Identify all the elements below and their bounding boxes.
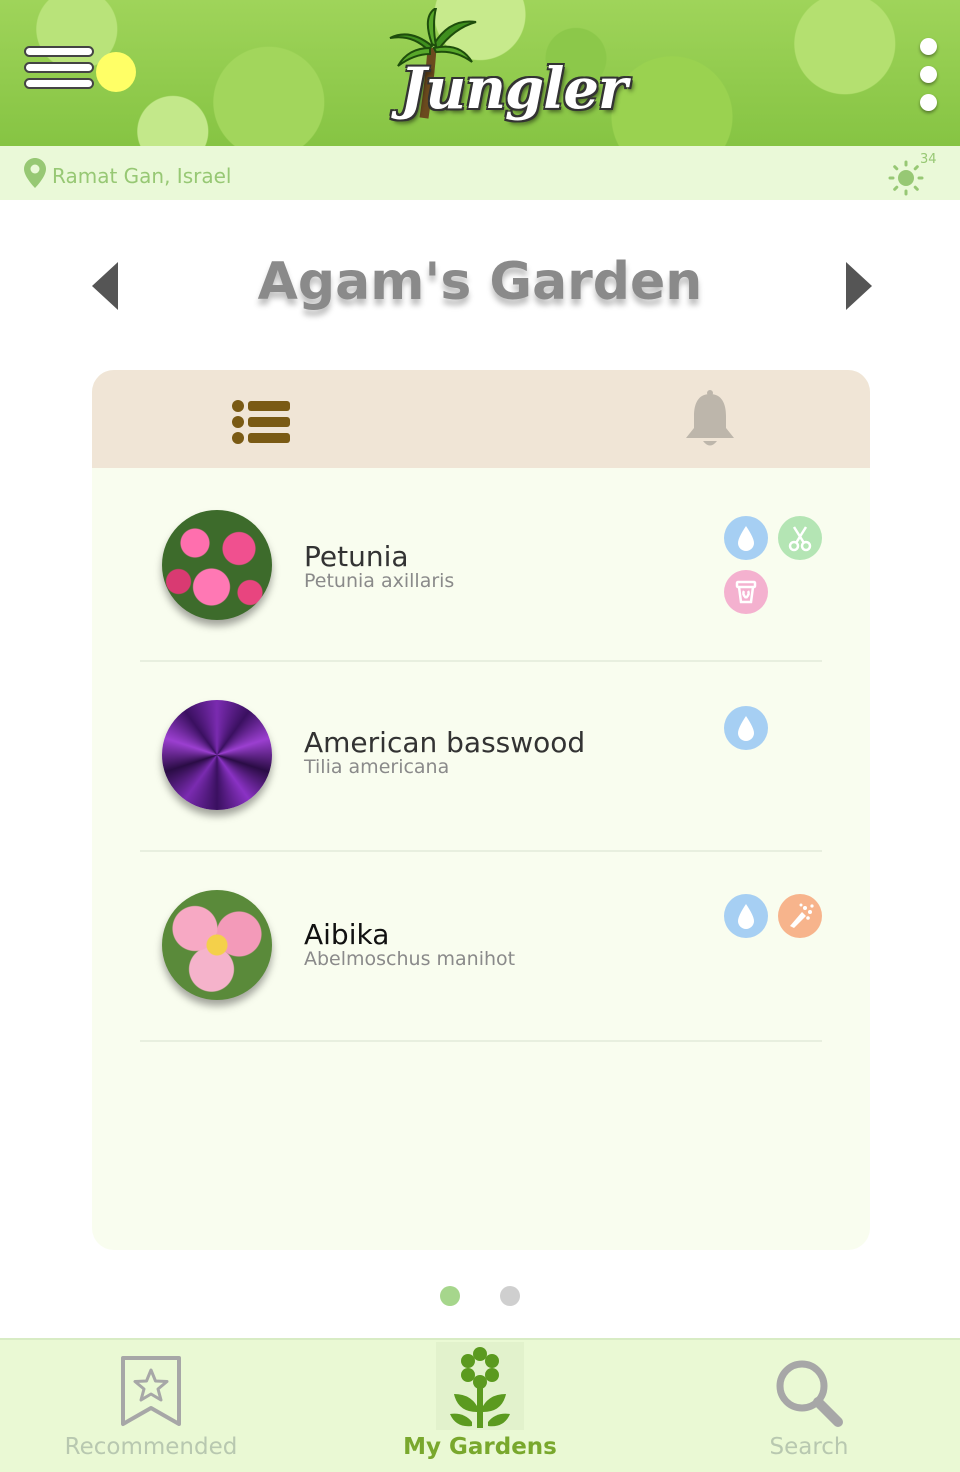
plant-photo-avatar — [162, 890, 272, 1000]
temperature-label: 34 — [920, 152, 937, 167]
dot — [920, 66, 937, 83]
notification-dot — [96, 52, 136, 92]
sun-icon — [888, 160, 924, 196]
bookmark-star-icon — [121, 1356, 181, 1426]
plant-photo-avatar — [162, 700, 272, 810]
water-task-icon[interactable] — [724, 706, 768, 750]
nav-label: My Gardens — [403, 1434, 557, 1460]
plant-name: Aibika — [304, 918, 390, 951]
dot — [920, 38, 937, 55]
location-text: Ramat Gan, Israel — [52, 164, 232, 188]
plant-row-aibika[interactable]: Aibika Abelmoschus manihot — [140, 850, 822, 1042]
hamburger-menu-button[interactable] — [24, 46, 94, 96]
menu-bar — [24, 62, 94, 73]
more-options-button[interactable] — [918, 38, 940, 114]
card-tab-bar — [92, 370, 870, 468]
nav-label: Recommended — [64, 1434, 238, 1460]
flower-icon — [436, 1342, 524, 1430]
location-pin-icon — [24, 158, 46, 188]
plant-row-petunia[interactable]: Petunia Petunia axillaris — [140, 470, 822, 662]
plant-row-american-basswood[interactable]: American basswood Tilia americana — [140, 660, 822, 852]
plant-scientific-name: Tilia americana — [304, 756, 450, 778]
bottom-navigation: Recommended My Gardens Search — [0, 1338, 960, 1472]
next-garden-arrow-icon[interactable] — [846, 262, 872, 310]
garden-title: Agam's Garden — [257, 252, 703, 312]
plant-photo-avatar — [162, 510, 272, 620]
garden-card: Petunia Petunia axillaris American bassw… — [92, 370, 870, 1250]
bell-icon[interactable] — [684, 390, 736, 450]
plant-scientific-name: Abelmoschus manihot — [304, 948, 516, 970]
repot-task-icon[interactable] — [724, 570, 768, 614]
water-task-icon[interactable] — [724, 894, 768, 938]
nav-recommended[interactable]: Recommended — [40, 1340, 262, 1472]
app-logo: Jungler — [380, 8, 627, 138]
menu-bar — [24, 78, 94, 89]
nav-label: Search — [769, 1434, 849, 1460]
nav-my-gardens[interactable]: My Gardens — [370, 1340, 590, 1472]
plant-scientific-name: Petunia axillaris — [304, 570, 455, 592]
fertilizer-task-icon[interactable] — [778, 894, 822, 938]
plant-name: Petunia — [304, 540, 409, 573]
water-task-icon[interactable] — [724, 516, 768, 560]
dot — [920, 94, 937, 111]
page-indicator-active[interactable] — [440, 1286, 460, 1306]
plant-name: American basswood — [304, 726, 586, 759]
list-icon[interactable] — [232, 400, 292, 444]
app-header: Jungler — [0, 0, 960, 146]
logo-text: Jungler — [400, 56, 627, 122]
scissors-task-icon[interactable] — [778, 516, 822, 560]
search-icon — [776, 1360, 843, 1427]
menu-bar — [24, 46, 94, 57]
location-bar: Ramat Gan, Israel 34 — [0, 146, 960, 200]
page-indicator[interactable] — [500, 1286, 520, 1306]
nav-search[interactable]: Search — [698, 1340, 920, 1472]
